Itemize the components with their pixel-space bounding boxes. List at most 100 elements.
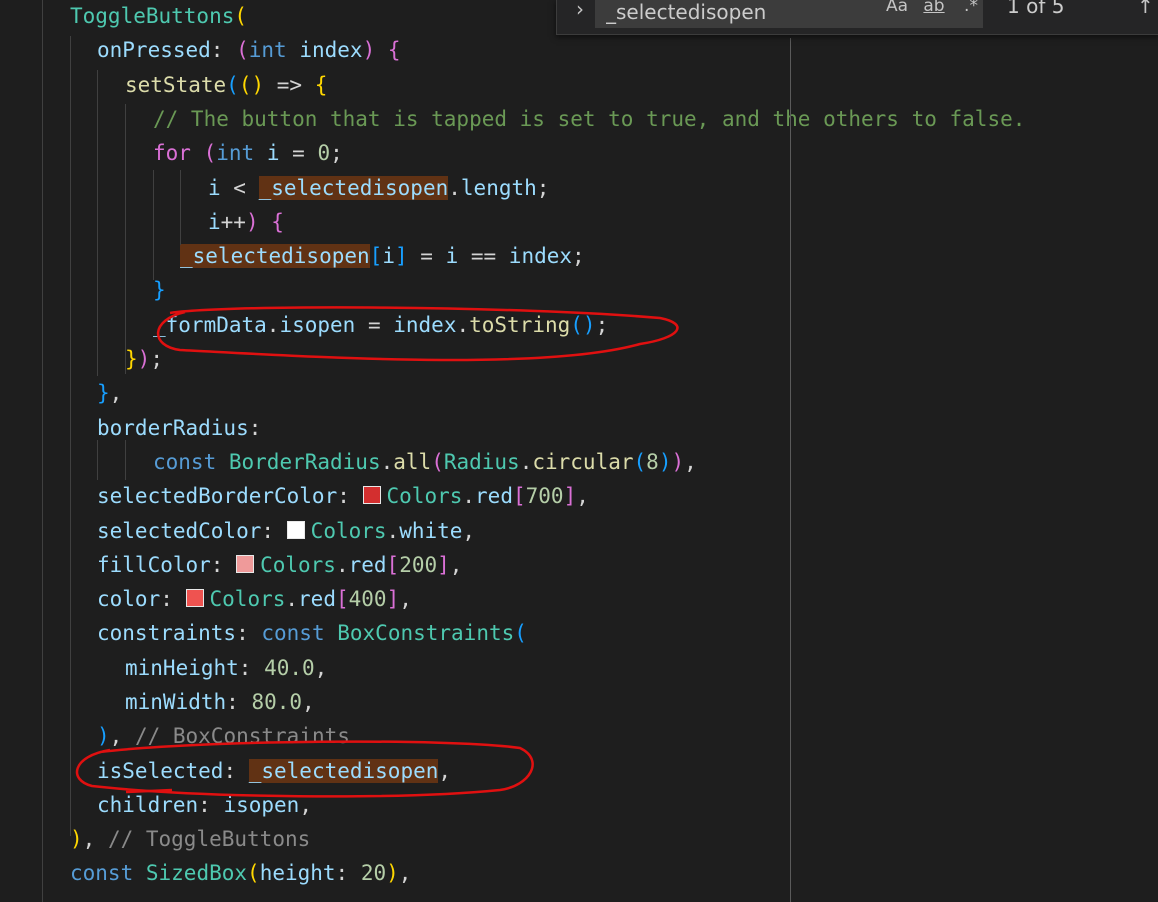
code-token: . [462, 484, 476, 508]
code-token: ) [137, 347, 151, 371]
code-token: , [462, 519, 476, 543]
code-token: ; [330, 141, 343, 165]
code-line[interactable]: i++) { [208, 205, 284, 239]
code-line[interactable]: minWidth: 80.0, [125, 685, 315, 719]
code-line[interactable]: // The button that is tapped is set to t… [153, 102, 1025, 136]
chevron-right-icon[interactable]: › [567, 0, 593, 24]
code-line[interactable]: } [153, 273, 166, 307]
code-token: } [125, 347, 138, 371]
code-token: color [97, 587, 161, 611]
indent-guide [70, 650, 71, 710]
code-token: circular [532, 450, 634, 474]
code-line[interactable]: fillColor: Colors.red[200], [97, 548, 462, 582]
code-token: i [208, 176, 221, 200]
code-token: ) [97, 724, 110, 748]
code-token: red [475, 484, 513, 508]
whole-word-toggle[interactable]: ab [919, 0, 949, 20]
code-token: , [109, 724, 135, 748]
code-line[interactable]: children: isopen, [97, 788, 312, 822]
code-token: : [248, 416, 262, 440]
code-token: white [399, 519, 463, 543]
code-token: isopen [223, 793, 300, 817]
code-token: int [216, 141, 255, 165]
code-line[interactable]: selectedColor: Colors.white, [97, 514, 475, 548]
code-token: selectedBorderColor [97, 484, 338, 508]
code-token: . [266, 313, 280, 337]
code-token: Radius [443, 450, 520, 474]
code-line[interactable]: setState(() => { [125, 68, 327, 102]
code-token: i [208, 210, 221, 234]
code-token: i [266, 141, 280, 165]
code-token: ( [234, 4, 248, 28]
search-match: _selectedisopen [258, 176, 449, 200]
code-token: index [508, 244, 573, 268]
code-line[interactable]: isSelected: _selectedisopen, [97, 754, 451, 788]
code-token: all [393, 450, 432, 474]
code-line[interactable]: selectedBorderColor: Colors.red[700], [97, 479, 589, 513]
code-line[interactable]: }); [125, 342, 163, 376]
code-line[interactable]: i < _selectedisopen.length; [208, 171, 549, 205]
color-swatch[interactable] [362, 486, 381, 504]
code-token: = [279, 141, 318, 165]
find-widget: › Aa ab .* 1 of 5 ↑ [556, 0, 1158, 35]
code-token: < [220, 176, 259, 200]
color-swatch[interactable] [236, 555, 255, 573]
code-token: : [226, 690, 252, 714]
code-token: Colors [386, 484, 463, 508]
color-swatch[interactable] [185, 589, 204, 607]
code-line[interactable]: }, [97, 376, 122, 410]
code-line[interactable]: const SizedBox(height: 20), [70, 856, 411, 890]
code-token: ToggleButtons [70, 4, 235, 28]
code-token: _formData [153, 313, 267, 337]
code-token: constraints [97, 621, 237, 645]
code-token: ) [362, 38, 388, 62]
code-token: . [456, 313, 470, 337]
regex-toggle[interactable]: .* [957, 0, 985, 20]
code-line[interactable]: _selectedisopen[i] = i == index; [180, 239, 585, 273]
code-line[interactable]: const BorderRadius.all(Radius.circular(8… [153, 445, 697, 479]
code-editor[interactable]: ToggleButtons(onPressed: (int index) {se… [0, 0, 1158, 902]
code-token: minHeight [125, 656, 239, 680]
match-case-toggle[interactable]: Aa [883, 0, 911, 20]
code-line[interactable]: onPressed: (int index) { [97, 33, 401, 67]
code-line[interactable]: color: Colors.red[400], [97, 582, 412, 616]
code-token: { [387, 38, 401, 62]
code-line[interactable]: ), // ToggleButtons [70, 822, 310, 856]
code-line[interactable]: ), // BoxConstraints [97, 719, 350, 753]
code-token: , [109, 381, 123, 405]
code-token: , [684, 450, 697, 474]
code-line[interactable]: borderRadius: [97, 411, 261, 445]
code-token: BorderRadius [228, 450, 381, 474]
code-token: : [210, 553, 237, 577]
code-line[interactable]: ToggleButtons( [70, 0, 247, 33]
code-token: [ [335, 587, 349, 611]
code-line[interactable]: constraints: const BoxConstraints( [97, 616, 527, 650]
code-token: index [393, 313, 457, 337]
code-token: ) [70, 827, 83, 851]
code-token: , [438, 759, 452, 783]
code-token: ) [671, 450, 685, 474]
code-token: ( [247, 861, 260, 885]
code-token: : [236, 621, 262, 645]
code-token: { [314, 73, 328, 97]
color-swatch[interactable] [286, 521, 305, 539]
code-token: BoxConstraints [337, 621, 515, 645]
code-token: () [570, 313, 596, 337]
code-token: ) [658, 450, 672, 474]
code-token: ( [633, 450, 647, 474]
code-token: ( [431, 450, 444, 474]
code-token: == [458, 244, 509, 268]
code-token: setState [125, 73, 227, 97]
code-line[interactable]: for (int i = 0; [153, 136, 343, 170]
code-token: ; [595, 313, 609, 337]
code-line[interactable]: _formData.isopen = index.toString(); [153, 308, 608, 342]
arrow-up-icon[interactable]: ↑ [1137, 0, 1157, 20]
code-token: . [285, 587, 299, 611]
code-token: : [337, 484, 363, 508]
code-line[interactable]: minHeight: 40.0, [125, 651, 327, 685]
code-token: [ [369, 244, 383, 268]
indent-guide [125, 440, 126, 480]
